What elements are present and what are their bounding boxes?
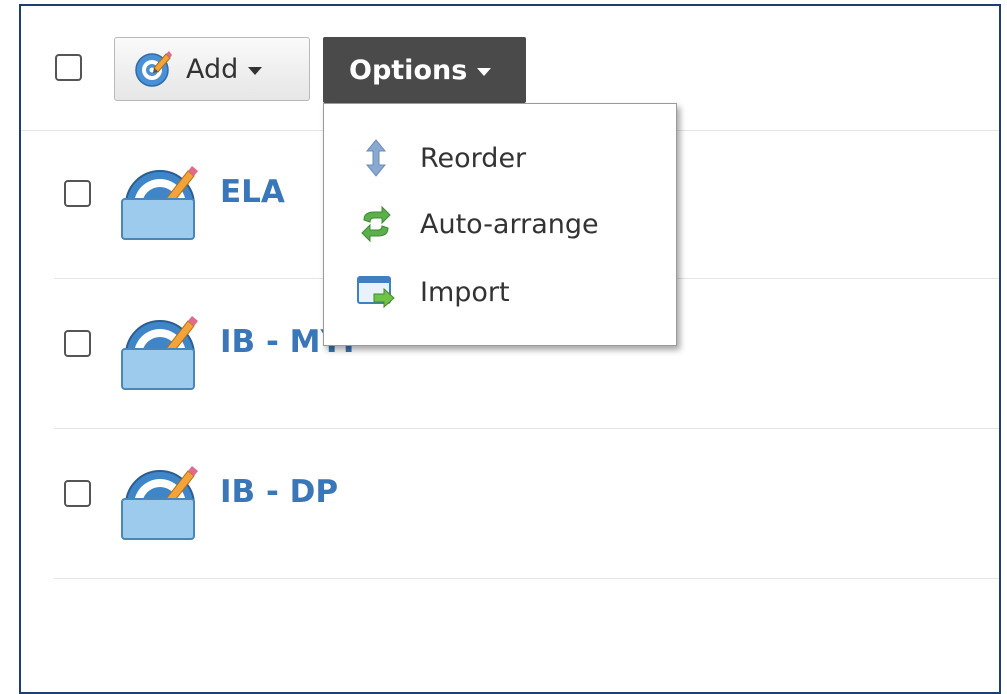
chevron-down-icon (248, 66, 263, 75)
row-link[interactable]: IB - DP (220, 474, 338, 510)
add-button[interactable]: Add (114, 37, 310, 101)
menu-item-label: Auto-arrange (420, 208, 599, 240)
reorder-arrows-icon (365, 139, 387, 177)
row-checkbox[interactable] (64, 180, 91, 207)
menu-item-label: Reorder (420, 142, 527, 174)
menu-item-import[interactable]: Import (324, 260, 676, 324)
gradebook-folder-icon (121, 316, 198, 390)
import-icon (357, 276, 395, 309)
add-button-label: Add (186, 53, 239, 85)
list-item[interactable]: IB - DP (54, 430, 999, 579)
options-button[interactable]: Options (323, 37, 526, 103)
menu-item-label: Import (420, 276, 510, 308)
gradebook-panel: Add Options ELA IB - MYP IB - DP Reorder… (19, 4, 1001, 694)
options-button-label: Options (349, 54, 468, 86)
menu-item-auto-arrange[interactable]: Auto-arrange (324, 192, 676, 256)
options-dropdown-menu: Reorder Auto-arrange Import (323, 103, 677, 346)
chevron-down-icon (477, 67, 492, 76)
target-pencil-icon (135, 51, 172, 87)
row-checkbox[interactable] (64, 480, 91, 507)
row-checkbox[interactable] (64, 330, 91, 357)
gradebook-folder-icon (121, 466, 198, 540)
menu-item-reorder[interactable]: Reorder (324, 126, 676, 190)
select-all-checkbox[interactable] (55, 54, 82, 81)
row-link[interactable]: ELA (220, 174, 285, 210)
auto-arrange-icon (361, 205, 391, 243)
gradebook-folder-icon (121, 166, 198, 240)
